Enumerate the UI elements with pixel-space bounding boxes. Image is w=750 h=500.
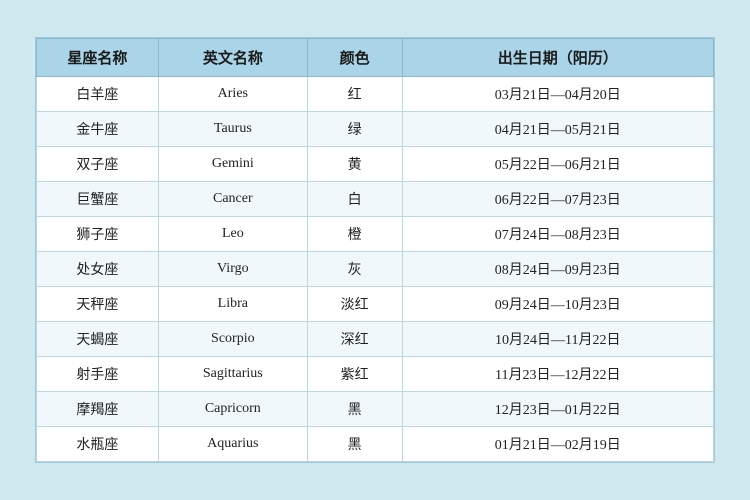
- cell-zh-name: 水瓶座: [37, 427, 159, 462]
- cell-zh-name: 白羊座: [37, 77, 159, 112]
- table-row: 射手座Sagittarius紫红11月23日—12月22日: [37, 357, 714, 392]
- cell-date: 03月21日—04月20日: [402, 77, 713, 112]
- header-color: 颜色: [307, 39, 402, 77]
- cell-en-name: Capricorn: [158, 392, 307, 427]
- cell-date: 05月22日—06月21日: [402, 147, 713, 182]
- table-row: 金牛座Taurus绿04月21日—05月21日: [37, 112, 714, 147]
- cell-en-name: Aquarius: [158, 427, 307, 462]
- cell-color: 灰: [307, 252, 402, 287]
- cell-zh-name: 金牛座: [37, 112, 159, 147]
- table-body: 白羊座Aries红03月21日—04月20日金牛座Taurus绿04月21日—0…: [37, 77, 714, 462]
- cell-en-name: Scorpio: [158, 322, 307, 357]
- cell-zh-name: 天蝎座: [37, 322, 159, 357]
- header-en-name: 英文名称: [158, 39, 307, 77]
- cell-color: 黑: [307, 392, 402, 427]
- cell-date: 10月24日—11月22日: [402, 322, 713, 357]
- table-row: 白羊座Aries红03月21日—04月20日: [37, 77, 714, 112]
- cell-zh-name: 巨蟹座: [37, 182, 159, 217]
- cell-en-name: Leo: [158, 217, 307, 252]
- table-row: 处女座Virgo灰08月24日—09月23日: [37, 252, 714, 287]
- cell-color: 绿: [307, 112, 402, 147]
- cell-zh-name: 天秤座: [37, 287, 159, 322]
- zodiac-table: 星座名称 英文名称 颜色 出生日期（阳历） 白羊座Aries红03月21日—04…: [36, 38, 714, 462]
- cell-color: 黑: [307, 427, 402, 462]
- table-header-row: 星座名称 英文名称 颜色 出生日期（阳历）: [37, 39, 714, 77]
- cell-en-name: Aries: [158, 77, 307, 112]
- table-row: 天秤座Libra淡红09月24日—10月23日: [37, 287, 714, 322]
- cell-zh-name: 狮子座: [37, 217, 159, 252]
- cell-date: 08月24日—09月23日: [402, 252, 713, 287]
- cell-color: 紫红: [307, 357, 402, 392]
- cell-zh-name: 处女座: [37, 252, 159, 287]
- table-row: 水瓶座Aquarius黑01月21日—02月19日: [37, 427, 714, 462]
- cell-zh-name: 双子座: [37, 147, 159, 182]
- table-row: 狮子座Leo橙07月24日—08月23日: [37, 217, 714, 252]
- cell-en-name: Libra: [158, 287, 307, 322]
- cell-date: 04月21日—05月21日: [402, 112, 713, 147]
- cell-en-name: Gemini: [158, 147, 307, 182]
- cell-color: 黄: [307, 147, 402, 182]
- cell-color: 白: [307, 182, 402, 217]
- table-row: 双子座Gemini黄05月22日—06月21日: [37, 147, 714, 182]
- cell-date: 09月24日—10月23日: [402, 287, 713, 322]
- cell-zh-name: 射手座: [37, 357, 159, 392]
- table-row: 天蝎座Scorpio深红10月24日—11月22日: [37, 322, 714, 357]
- cell-zh-name: 摩羯座: [37, 392, 159, 427]
- cell-en-name: Taurus: [158, 112, 307, 147]
- header-zh-name: 星座名称: [37, 39, 159, 77]
- cell-color: 橙: [307, 217, 402, 252]
- cell-date: 11月23日—12月22日: [402, 357, 713, 392]
- cell-date: 07月24日—08月23日: [402, 217, 713, 252]
- table-row: 巨蟹座Cancer白06月22日—07月23日: [37, 182, 714, 217]
- cell-en-name: Cancer: [158, 182, 307, 217]
- header-date: 出生日期（阳历）: [402, 39, 713, 77]
- cell-en-name: Sagittarius: [158, 357, 307, 392]
- cell-color: 深红: [307, 322, 402, 357]
- table-row: 摩羯座Capricorn黑12月23日—01月22日: [37, 392, 714, 427]
- cell-date: 06月22日—07月23日: [402, 182, 713, 217]
- cell-color: 红: [307, 77, 402, 112]
- cell-en-name: Virgo: [158, 252, 307, 287]
- cell-date: 01月21日—02月19日: [402, 427, 713, 462]
- zodiac-table-container: 星座名称 英文名称 颜色 出生日期（阳历） 白羊座Aries红03月21日—04…: [35, 37, 715, 463]
- cell-color: 淡红: [307, 287, 402, 322]
- cell-date: 12月23日—01月22日: [402, 392, 713, 427]
